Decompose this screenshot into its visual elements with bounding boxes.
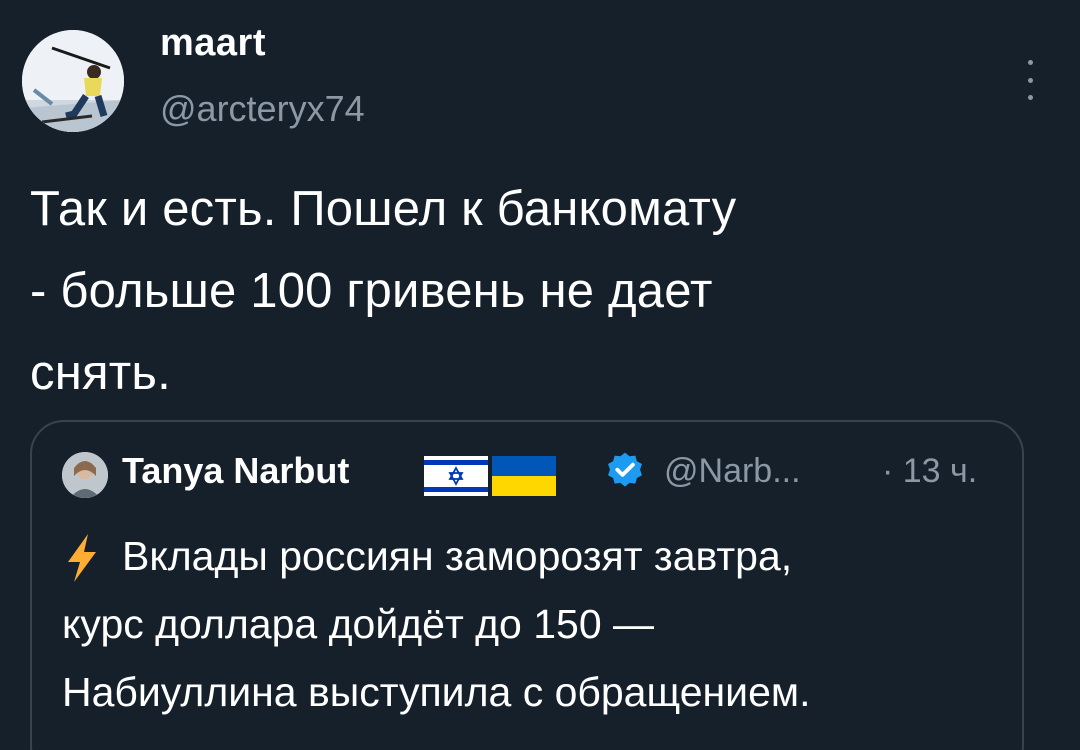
ukraine-flag-icon bbox=[492, 456, 556, 496]
skier-avatar-icon bbox=[22, 30, 124, 132]
author-handle[interactable]: @arcteryx74 bbox=[160, 88, 365, 130]
quoted-tweet-text: Вклады россиян заморозят завтра, курс до… bbox=[62, 533, 811, 715]
quoted-author-avatar[interactable] bbox=[62, 452, 108, 498]
quoted-timestamp[interactable]: · 13 ч. bbox=[882, 452, 977, 491]
quoted-author-handle[interactable]: @Narb... bbox=[664, 452, 801, 491]
author-name[interactable]: maart bbox=[160, 22, 266, 65]
verified-badge-icon bbox=[608, 452, 642, 487]
quoted-tweet[interactable]: Tanya Narbut @Narb... · 13 ч. Вклады рос… bbox=[30, 420, 1024, 750]
more-options-icon[interactable] bbox=[1020, 60, 1040, 100]
author-avatar[interactable] bbox=[22, 30, 124, 132]
quoted-author-name[interactable]: Tanya Narbut bbox=[122, 450, 349, 492]
tweet-text: Так и есть. Пошел к банкомату - больше 1… bbox=[30, 182, 737, 400]
woman-avatar-icon bbox=[62, 452, 108, 498]
israel-flag-icon bbox=[424, 456, 488, 496]
tweet-card: maart @arcteryx74 Так и есть. Пошел к ба… bbox=[0, 0, 1080, 750]
